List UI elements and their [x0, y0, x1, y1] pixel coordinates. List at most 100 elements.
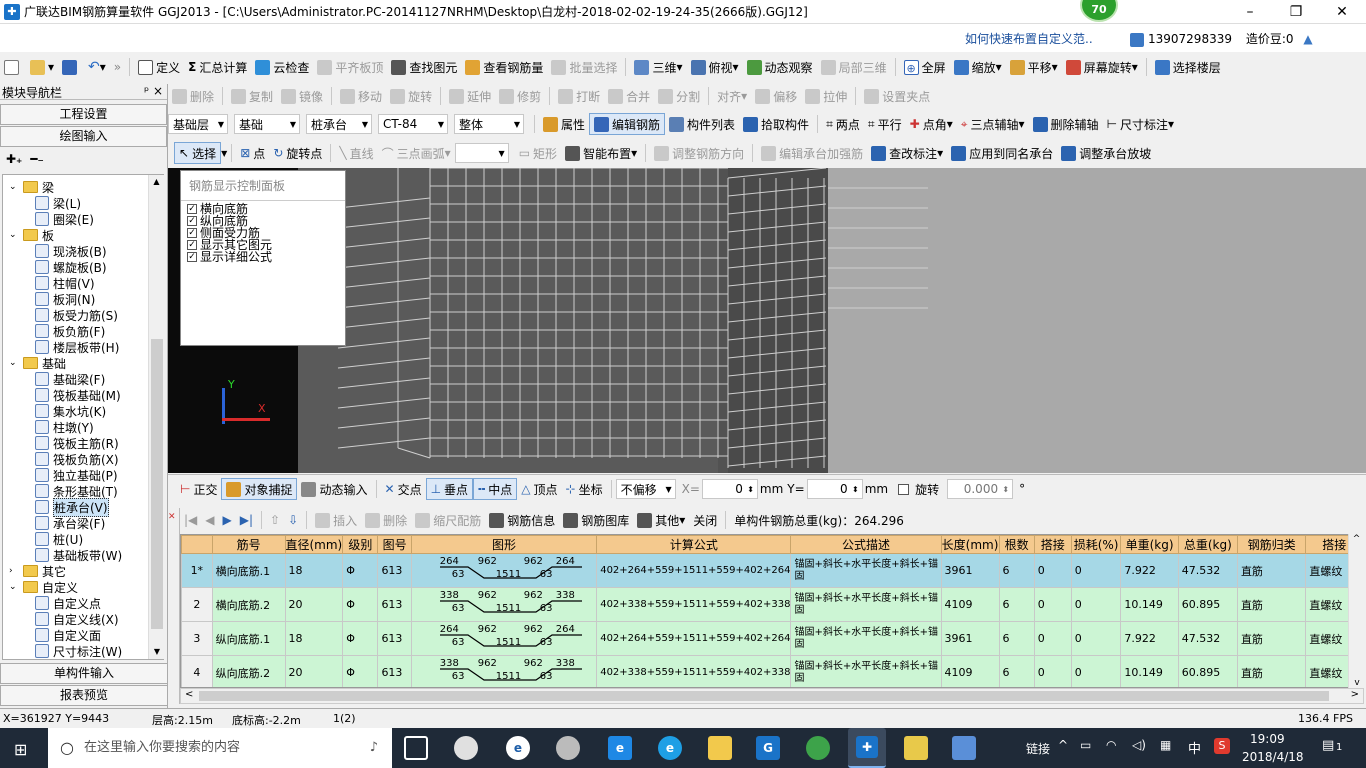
clock-date[interactable]: 2018/4/18: [1242, 750, 1304, 764]
tree-item[interactable]: 自定义线(X): [35, 611, 119, 627]
tree-item[interactable]: 板洞(N): [35, 291, 95, 307]
ortho-toggle[interactable]: ⊢ 正交: [176, 478, 221, 500]
table-cell[interactable]: 3961: [940, 621, 1000, 656]
tree-folder[interactable]: ⌄ 自定义: [9, 579, 78, 595]
cloud-check-button[interactable]: 云检查: [251, 56, 313, 78]
tree-scroll-thumb[interactable]: [151, 339, 163, 629]
tree-folder[interactable]: › 其它: [9, 563, 66, 579]
battery-icon[interactable]: ▭: [1080, 738, 1091, 752]
offset-tool[interactable]: 偏移: [751, 85, 801, 107]
collapse-icon[interactable]: ⌄: [9, 358, 19, 368]
batch-select-button[interactable]: 批量选择: [547, 56, 621, 78]
table-cell[interactable]: 613: [377, 587, 412, 622]
rebar-shape-cell[interactable]: 338 962 962 338 63 1511 63: [410, 587, 598, 622]
notes-app-icon[interactable]: [904, 736, 928, 760]
column-header[interactable]: 长度(mm): [940, 535, 1000, 554]
table-cell[interactable]: 20: [284, 655, 344, 687]
column-header[interactable]: 图形: [410, 535, 598, 554]
volume-icon[interactable]: ◁): [1132, 738, 1146, 752]
adjust-rebar-direction-button[interactable]: 调整钢筋方向: [650, 142, 748, 164]
tree-item[interactable]: 板受力筋(S): [35, 307, 118, 323]
coordinate-snap[interactable]: ⊹ 坐标: [562, 478, 607, 500]
table-cell[interactable]: 横向底筋.2: [211, 587, 286, 622]
ie-icon[interactable]: e: [506, 736, 530, 760]
line-tool[interactable]: ╲ 直线: [335, 142, 377, 164]
option-checkbox[interactable]: ✓: [187, 216, 197, 226]
table-cell[interactable]: 0: [1070, 587, 1122, 622]
project-settings-button[interactable]: 工程设置: [0, 104, 167, 125]
option-checkbox[interactable]: ✓: [187, 240, 197, 250]
tree-item[interactable]: 现浇板(B): [35, 243, 107, 259]
column-header[interactable]: 钢筋归类: [1236, 535, 1307, 554]
table-cell[interactable]: 纵向底筋.1: [211, 621, 286, 656]
tree-item[interactable]: 梁(L): [35, 195, 81, 211]
zoom-button[interactable]: 缩放 ▾: [950, 56, 1006, 78]
column-header[interactable]: 图号: [377, 535, 412, 554]
redo-button[interactable]: »: [110, 56, 125, 78]
help-link[interactable]: 如何快速布置自定义范..: [965, 30, 1093, 47]
dimension-button[interactable]: ⊢ 尺寸标注 ▾: [1103, 113, 1179, 135]
properties-button[interactable]: 属性: [539, 113, 589, 135]
tree-item[interactable]: 筏板基础(M): [35, 387, 121, 403]
table-cell[interactable]: 7.922: [1120, 621, 1179, 656]
option-checkbox[interactable]: ✓: [187, 228, 197, 238]
display-option[interactable]: ✓ 显示详细公式: [181, 251, 345, 263]
tray-expand-icon[interactable]: ^: [1058, 738, 1068, 752]
table-cell[interactable]: 402+264+559+1511+559+402+264: [596, 553, 792, 588]
table-cell[interactable]: 20: [284, 587, 344, 622]
scroll-right-icon[interactable]: >: [1351, 689, 1359, 700]
tree-item[interactable]: 楼层板带(H): [35, 339, 119, 355]
rectangle-tool[interactable]: ▭ 矩形: [515, 142, 561, 164]
table-cell[interactable]: Φ: [342, 587, 379, 622]
table-cell[interactable]: 6: [998, 655, 1035, 687]
undo-button[interactable]: ↶ ▾: [84, 56, 110, 78]
arc-option-select[interactable]: ▼: [454, 143, 509, 163]
rotate-angle-input[interactable]: 0.000 ⬍: [947, 479, 1014, 499]
select-floor-button[interactable]: 选择楼层: [1151, 56, 1225, 78]
merge-tool[interactable]: 合并: [604, 85, 654, 107]
perpendicular-snap[interactable]: ⊥ 垂点: [425, 478, 474, 500]
last-record-button[interactable]: ▶|: [236, 509, 257, 531]
table-cell[interactable]: 402+264+559+1511+559+402+264: [596, 621, 792, 656]
table-cell[interactable]: 18: [284, 553, 344, 588]
set-grip-tool[interactable]: 设置夹点: [860, 85, 934, 107]
find-element-button[interactable]: 查找图元: [387, 56, 461, 78]
move-down-button[interactable]: ⇩: [284, 509, 302, 531]
microphone-icon[interactable]: ♪: [370, 728, 378, 768]
point-tool[interactable]: ⊠ 点: [236, 142, 269, 164]
table-cell[interactable]: 锚固+斜长+水平长度+斜长+锚固: [790, 621, 942, 656]
column-header[interactable]: 损耗(%): [1070, 535, 1122, 554]
select-tool[interactable]: ↖ 选择: [174, 142, 222, 164]
dynamic-view-button[interactable]: 动态观察: [743, 56, 817, 78]
collapse-icon[interactable]: ⌄: [9, 582, 19, 592]
rotate-tool[interactable]: 旋转: [386, 85, 436, 107]
summary-calc-button[interactable]: Σ 汇总计算: [184, 56, 251, 78]
table-cell[interactable]: 6: [998, 621, 1035, 656]
fullscreen-button[interactable]: ⊕ 全屏: [900, 56, 950, 78]
table-cell[interactable]: 7.922: [1120, 553, 1179, 588]
component-select[interactable]: CT-84 ▼: [378, 114, 448, 134]
break-tool[interactable]: 打断: [554, 85, 604, 107]
table-cell[interactable]: 0: [1033, 587, 1072, 622]
ggj-taskbar-app[interactable]: ✚: [848, 728, 886, 768]
collapse-icon[interactable]: ⌄: [9, 182, 19, 192]
parallel-button[interactable]: ⌗ 平行: [864, 113, 906, 135]
table-cell[interactable]: 0: [1070, 655, 1122, 687]
delete-row-button[interactable]: 删除: [361, 509, 411, 531]
user-account[interactable]: 13907298339 造价豆:0 ▲: [1130, 30, 1313, 47]
spiral-app-icon[interactable]: [556, 736, 580, 760]
move-tool[interactable]: 移动: [336, 85, 386, 107]
rotate-checkbox[interactable]: [898, 483, 910, 495]
column-header[interactable]: 总重(kg): [1177, 535, 1238, 554]
prev-record-button[interactable]: ◀: [201, 509, 218, 531]
expand-all-icon[interactable]: ✚₊: [6, 152, 22, 166]
tree-item[interactable]: 圈梁(E): [35, 211, 94, 227]
type-select[interactable]: 桩承台 ▼: [306, 114, 372, 134]
tree-item[interactable]: 集水坑(K): [35, 403, 106, 419]
network-label[interactable]: 链接: [1026, 740, 1050, 757]
table-cell[interactable]: 613: [377, 553, 412, 588]
table-row[interactable]: 4 纵向底筋.2 20 Φ 613 338 962 962 338 63 1511 63 402+338…: [181, 655, 1363, 687]
keyboard-icon[interactable]: ▦: [1160, 738, 1171, 752]
panel-close-icon[interactable]: ✕: [168, 512, 176, 522]
floor-select[interactable]: 基础层 ▼: [168, 114, 228, 134]
